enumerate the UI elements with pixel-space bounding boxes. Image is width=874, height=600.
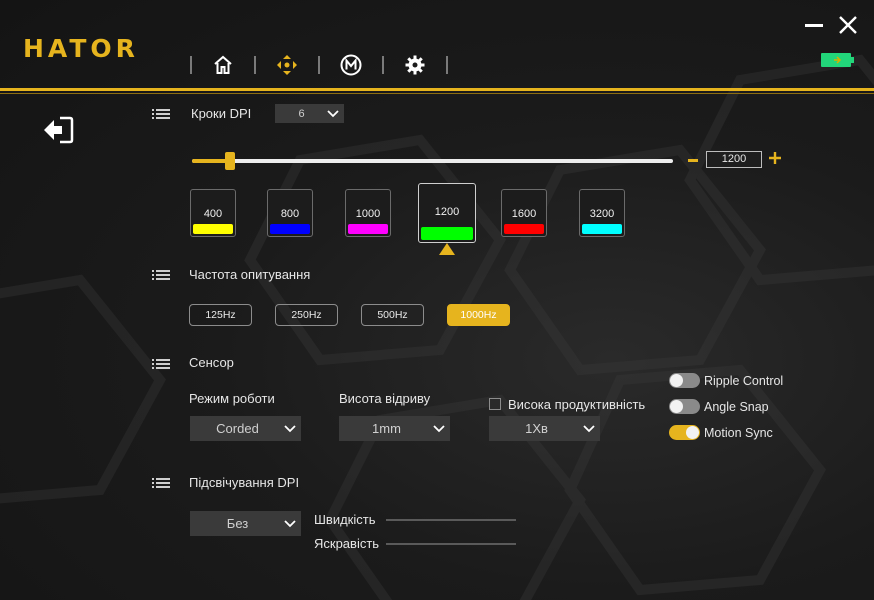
lighting-mode-select[interactable]: Без (190, 511, 301, 536)
header-divider-shadow (0, 93, 874, 94)
polling-rate-label: Частота опитування (189, 267, 311, 282)
nav-macro-button[interactable] (320, 52, 382, 78)
motion-sync-toggle[interactable] (669, 425, 700, 440)
dpi-steps-select[interactable]: 6 (275, 104, 344, 123)
dpi-steps-value: 6 (298, 107, 305, 120)
dpi-level-color-bar (421, 227, 473, 240)
crosshair-icon (277, 55, 297, 75)
angle-snap-label: Angle Snap (704, 400, 769, 414)
section-menu-icon (156, 359, 170, 369)
dpi-value-input[interactable]: 1200 (706, 151, 762, 168)
mode-select[interactable]: Corded (190, 416, 301, 441)
ripple-control-label: Ripple Control (704, 374, 784, 388)
section-menu-icon (156, 478, 170, 488)
dpi-level-card[interactable]: 400 (190, 189, 236, 237)
dpi-level-color-bar (270, 224, 310, 234)
dpi-level-value: 800 (280, 208, 300, 220)
mode-label: Режим роботи (189, 391, 275, 406)
title-bar: HATOR (0, 0, 874, 92)
dpi-level-color-bar (348, 224, 388, 234)
dpi-level-card[interactable]: 1000 (345, 189, 391, 237)
high-performance-select[interactable]: 1Хв (489, 416, 600, 441)
dpi-level-value: 400 (203, 208, 223, 220)
nav-divider (446, 56, 448, 74)
header-divider (0, 88, 874, 91)
lod-select[interactable]: 1mm (339, 416, 450, 441)
dpi-lighting-label: Підсвічування DPI (189, 475, 300, 490)
polling-125-button[interactable]: 125Hz (189, 304, 252, 326)
ripple-control-toggle[interactable] (669, 373, 700, 388)
nav-settings-button[interactable] (384, 52, 446, 78)
polling-500-button[interactable]: 500Hz (361, 304, 424, 326)
battery-icon (821, 53, 854, 67)
dpi-level-card[interactable]: 1600 (501, 189, 547, 237)
dpi-slider-fill (192, 159, 228, 163)
high-performance-value: 1Хв (525, 421, 548, 436)
dpi-level-card[interactable]: 800 (267, 189, 313, 237)
polling-1000-button[interactable]: 1000Hz (447, 304, 510, 326)
brand-logo: HATOR (23, 34, 139, 63)
home-icon (214, 55, 232, 74)
high-performance-label: Висока продуктивність (508, 397, 646, 412)
nav-dpi-button[interactable] (256, 52, 318, 78)
angle-snap-toggle[interactable] (669, 399, 700, 414)
active-level-indicator (439, 243, 455, 255)
sensor-label: Сенсор (189, 355, 234, 370)
gear-icon (405, 55, 425, 75)
dpi-level-color-bar (504, 224, 544, 234)
dpi-level-value: 1200 (434, 206, 460, 218)
brightness-label: Яскравість (314, 536, 380, 551)
top-nav (190, 52, 448, 78)
chevron-down-icon (583, 424, 595, 432)
dpi-slider-track[interactable] (192, 159, 673, 163)
chevron-down-icon (433, 424, 445, 432)
dpi-level-value: 3200 (589, 208, 615, 220)
mode-value: Corded (216, 421, 259, 436)
chevron-down-icon (327, 109, 339, 117)
chevron-down-icon (284, 519, 296, 527)
dpi-level-color-bar (193, 224, 233, 234)
dpi-steps-label: Кроки DPI (191, 106, 252, 121)
lod-label: Висота відриву (339, 391, 431, 406)
lighting-mode-value: Без (226, 516, 249, 531)
exit-icon[interactable] (42, 116, 74, 144)
dpi-level-card[interactable]: 1200 (418, 183, 476, 243)
dpi-decrease-button[interactable] (688, 159, 698, 162)
brightness-slider[interactable] (386, 543, 516, 545)
high-performance-checkbox[interactable] (489, 398, 501, 410)
speed-label: Швидкість (314, 512, 376, 527)
dpi-level-card[interactable]: 3200 (579, 189, 625, 237)
chevron-down-icon (284, 424, 296, 432)
motion-sync-label: Motion Sync (704, 426, 773, 440)
close-icon[interactable] (838, 15, 858, 35)
speed-slider[interactable] (386, 519, 516, 521)
section-menu-icon (156, 109, 170, 119)
lod-value: 1mm (372, 421, 401, 436)
dpi-level-value: 1600 (511, 208, 537, 220)
dpi-level-color-bar (582, 224, 622, 234)
section-menu-icon (156, 270, 170, 280)
dpi-increase-button[interactable] (767, 150, 783, 166)
polling-250-button[interactable]: 250Hz (275, 304, 338, 326)
macro-m-icon (340, 54, 362, 76)
nav-home-button[interactable] (192, 52, 254, 78)
dpi-slider-handle[interactable] (225, 152, 235, 170)
dpi-level-value: 1000 (355, 208, 381, 220)
minimize-icon[interactable] (805, 24, 823, 27)
